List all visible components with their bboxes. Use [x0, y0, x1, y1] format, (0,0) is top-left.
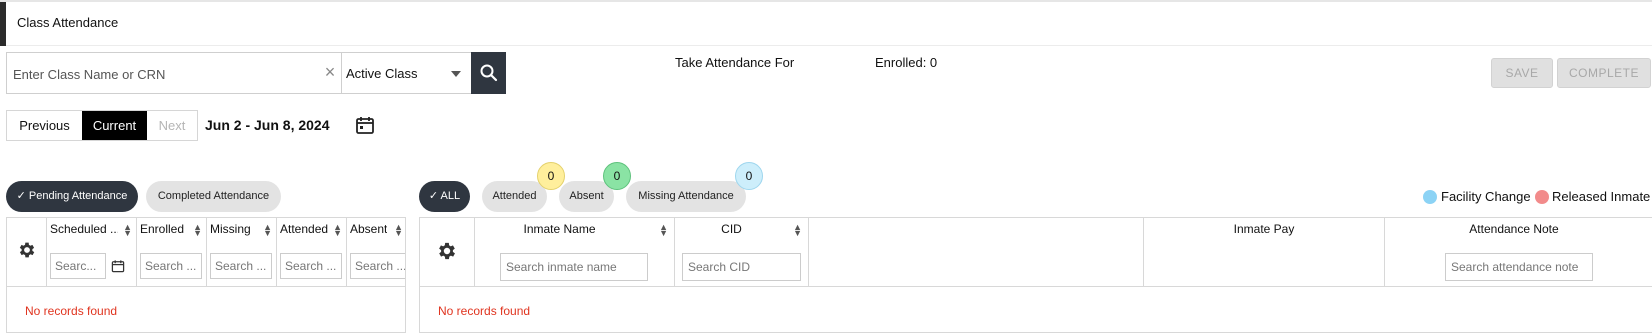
column-header-scheduled[interactable]: Scheduled ...: [50, 222, 118, 236]
column-attendance-note: Attendance Note: [1385, 218, 1652, 286]
column-enrolled: Enrolled ▲ ▼: [137, 218, 207, 286]
tab-completed-attendance[interactable]: Completed Attendance: [146, 181, 281, 212]
column-absent: Absent ▲ ▼: [347, 218, 405, 286]
class-search-box: [6, 52, 341, 94]
column-blank: [809, 218, 1144, 286]
attended-search-input[interactable]: [280, 253, 342, 279]
empty-message: No records found: [25, 304, 118, 318]
column-settings-cell: [7, 218, 47, 286]
week-range-label: Jun 2 - Jun 8, 2024: [205, 117, 330, 133]
column-header-missing[interactable]: Missing: [210, 222, 251, 236]
missing-search-input[interactable]: [210, 253, 272, 279]
sort-icon[interactable]: ▲ ▼: [793, 223, 802, 238]
save-button[interactable]: SAVE: [1491, 58, 1553, 88]
search-icon: [480, 64, 498, 82]
column-settings-cell: [420, 218, 475, 286]
scheduled-search-input[interactable]: [50, 253, 106, 279]
page-title: Class Attendance: [17, 15, 119, 30]
current-week-button[interactable]: Current: [82, 111, 147, 140]
column-header-attended[interactable]: Attended: [280, 222, 328, 236]
clear-icon[interactable]: ×: [322, 63, 338, 81]
search-button[interactable]: [471, 52, 506, 94]
enrolled-search-input[interactable]: [140, 253, 202, 279]
column-header-attendance-note: Attendance Note: [1469, 222, 1559, 236]
attendance-note-search-input[interactable]: [1445, 253, 1593, 281]
empty-message: No records found: [438, 304, 531, 318]
filter-attended[interactable]: Attended: [482, 181, 547, 212]
sort-icon[interactable]: ▲ ▼: [263, 223, 272, 238]
chevron-down-icon: [451, 71, 461, 77]
column-attended: Attended ▲ ▼: [277, 218, 347, 286]
page-header: [0, 2, 1652, 46]
column-header-inmate-pay: Inmate Pay: [1233, 222, 1295, 236]
inmate-name-search-input[interactable]: [500, 253, 648, 281]
missing-count-badge: 0: [735, 162, 763, 190]
column-header-inmate-name[interactable]: Inmate Name: [475, 222, 674, 236]
column-header-absent[interactable]: Absent: [350, 222, 387, 236]
previous-week-button[interactable]: Previous: [7, 111, 82, 140]
complete-button[interactable]: COMPLETE: [1557, 58, 1651, 88]
column-missing: Missing ▲ ▼: [207, 218, 277, 286]
absent-count-badge: 0: [603, 162, 631, 190]
week-navigation: Previous Current Next: [6, 110, 198, 141]
take-attendance-label: Take Attendance For: [675, 55, 795, 70]
table-header-divider: [420, 286, 1652, 287]
attended-count-badge: 0: [537, 162, 565, 190]
next-week-button[interactable]: Next: [147, 111, 197, 140]
sort-icon[interactable]: ▲ ▼: [333, 223, 342, 238]
sort-icon[interactable]: ▲ ▼: [123, 223, 132, 238]
facility-change-legend-dot: [1423, 190, 1437, 204]
column-inmate-pay: Inmate Pay: [1144, 218, 1385, 286]
inmate-attendance-table: Inmate Name ▲▼ CID ▲▼ Inmate Pay Attenda…: [419, 217, 1652, 333]
facility-change-legend-label: Facility Change: [1441, 189, 1531, 204]
gear-icon[interactable]: [436, 240, 458, 262]
class-sessions-table: Scheduled ... ▲▼ Enrolled ▲▼ Missing ▲▼ …: [6, 217, 406, 333]
column-inmate-name: Inmate Name ▲ ▼: [475, 218, 675, 286]
filter-absent[interactable]: Absent: [559, 181, 614, 212]
column-cid: CID ▲ ▼: [675, 218, 809, 286]
released-inmate-legend-label: Released Inmate: [1552, 189, 1651, 204]
absent-search-input[interactable]: [350, 253, 405, 279]
released-inmate-legend-dot: [1535, 190, 1549, 204]
sort-icon[interactable]: ▲ ▼: [659, 223, 668, 238]
enrolled-count: Enrolled: 0: [875, 55, 938, 70]
header-accent-bar: [0, 2, 6, 46]
filter-missing-attendance[interactable]: Missing Attendance: [626, 181, 746, 212]
tab-pending-attendance[interactable]: ✓ Pending Attendance: [6, 181, 138, 212]
column-header-enrolled[interactable]: Enrolled: [140, 222, 184, 236]
class-status-select[interactable]: Active Class: [341, 52, 471, 94]
calendar-icon[interactable]: [111, 259, 125, 273]
cid-search-input[interactable]: [682, 253, 801, 281]
sort-icon[interactable]: ▲ ▼: [394, 223, 403, 238]
class-search-input[interactable]: [13, 63, 303, 85]
column-header-cid[interactable]: CID: [675, 222, 808, 236]
column-scheduled: Scheduled ... ▲ ▼: [47, 218, 137, 286]
sort-icon[interactable]: ▲ ▼: [193, 223, 202, 238]
gear-icon[interactable]: [17, 240, 37, 260]
calendar-icon[interactable]: [355, 115, 375, 138]
table-header-divider: [7, 286, 405, 287]
class-status-value: Active Class: [346, 66, 418, 81]
filter-all[interactable]: ✓ ALL: [419, 181, 470, 212]
